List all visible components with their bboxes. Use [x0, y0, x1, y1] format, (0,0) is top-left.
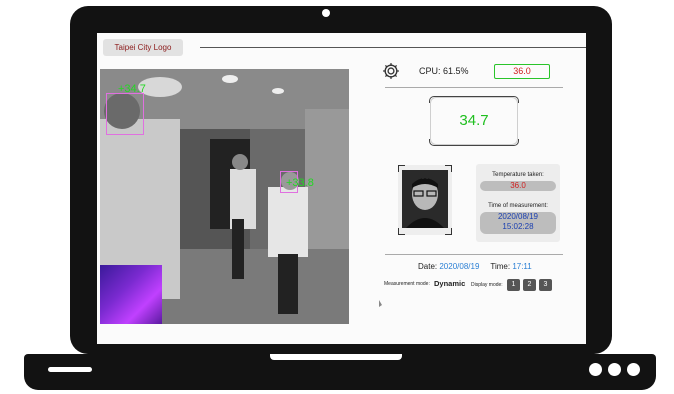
frame-corner — [398, 228, 405, 235]
indicator-dot — [608, 363, 621, 376]
base-indicator-dots — [589, 363, 640, 376]
datetime-row: Date: 2020/08/19 Time: 17:11 — [418, 262, 532, 271]
temperature-taken-label: Temperature taken: — [492, 172, 544, 178]
time-label: Time: — [490, 262, 511, 271]
indicator-dot — [589, 363, 602, 376]
main-temperature-value: 34.7 — [459, 112, 489, 129]
webcam-dot — [322, 9, 330, 17]
main-temperature-display: 34.7 — [429, 96, 519, 146]
display-mode-label: Display mode: — [471, 282, 503, 288]
display-mode-button-3[interactable]: 3 — [539, 279, 552, 291]
app-screen: Taipei City Logo +34.7 +33.8 CPU: 61.5% … — [97, 33, 586, 344]
thermal-preview — [100, 265, 162, 324]
time-of-measurement-label: Time of measurement: — [488, 203, 548, 209]
divider — [385, 254, 563, 255]
date-label: Date: — [418, 262, 438, 271]
captured-face-card — [398, 165, 452, 235]
display-mode-button-1[interactable]: 1 — [507, 279, 520, 291]
gear-icon[interactable] — [381, 61, 401, 81]
temperature-taken-value: 36.0 — [480, 181, 556, 191]
laptop-base — [24, 354, 656, 390]
time-of-measurement-value: 2020/08/19 15:02:28 — [480, 212, 556, 234]
detection-temperature-label: +33.8 — [286, 177, 314, 189]
frame-corner — [445, 228, 452, 235]
alert-temperature-badge: 36.0 — [494, 64, 550, 79]
divider — [385, 87, 563, 88]
time-value: 17:11 — [512, 262, 532, 271]
trackpad-notch — [270, 354, 402, 360]
date-value: 2020/08/19 — [439, 262, 480, 271]
header-divider — [200, 47, 586, 48]
mouse-cursor — [379, 300, 382, 307]
measurement-mode-value[interactable]: Dynamic — [434, 279, 465, 288]
base-slot — [48, 367, 92, 372]
detection-temperature-label: +34.7 — [118, 83, 146, 95]
measurement-clock: 15:02:28 — [502, 222, 534, 231]
measurement-mode-label: Measurement mode: — [384, 281, 430, 287]
cpu-usage: CPU: 61.5% — [419, 66, 469, 76]
display-mode-button-2[interactable]: 2 — [523, 279, 536, 291]
captured-face-image — [402, 170, 448, 228]
indicator-dot — [627, 363, 640, 376]
measurement-date: 2020/08/19 — [497, 212, 539, 221]
city-logo: Taipei City Logo — [103, 39, 183, 56]
measurement-info-panel: Temperature taken: 36.0 Time of measurem… — [476, 164, 560, 242]
camera-feed: +34.7 +33.8 — [100, 69, 349, 324]
face-detection-box — [106, 93, 144, 135]
